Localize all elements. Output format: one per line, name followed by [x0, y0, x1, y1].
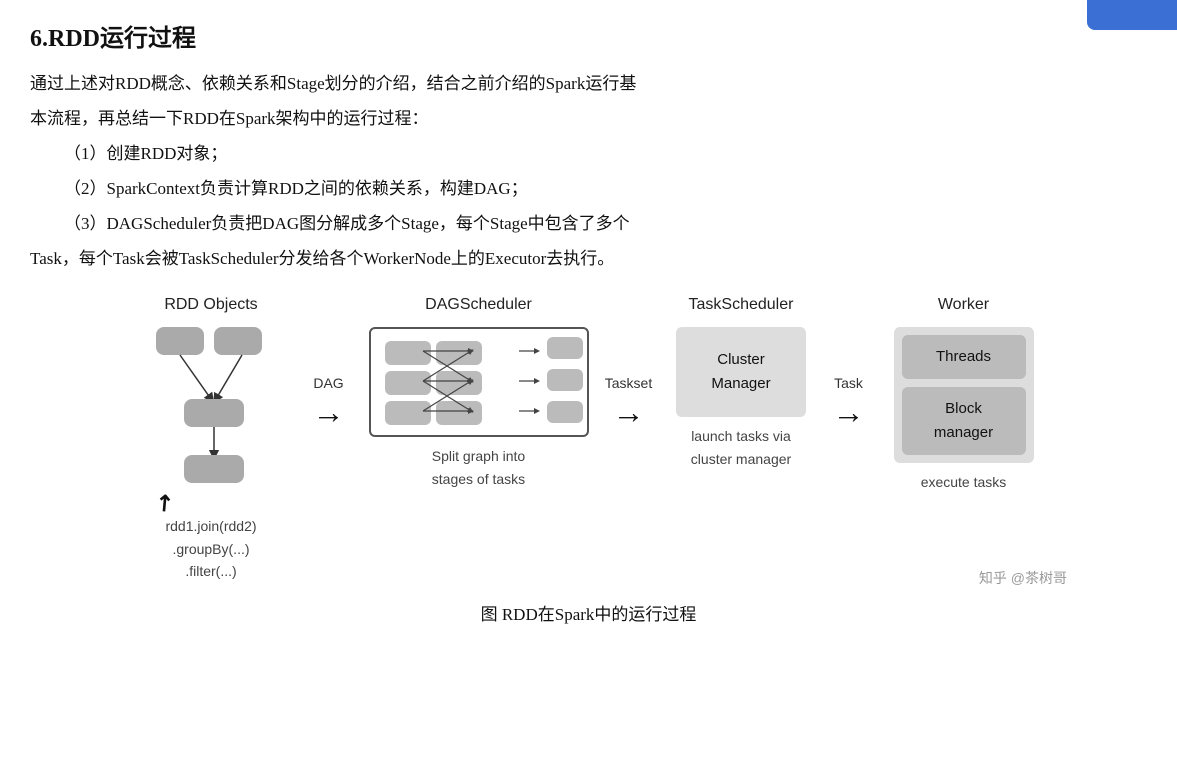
intro-line-4: （2）SparkContext负责计算RDD之间的依赖关系，构建DAG； — [64, 175, 1147, 204]
threads-box: Threads — [902, 335, 1026, 379]
cluster-manager-text: Cluster Manager — [711, 348, 770, 396]
page-title: 6.RDD运行过程 — [30, 20, 1147, 58]
intro-line-2: 本流程，再总结一下RDD在Spark架构中的运行过程： — [30, 105, 1147, 134]
dag-node — [436, 401, 482, 425]
dag-node — [385, 341, 431, 365]
intro-line-1: 通过上述对RDD概念、依赖关系和Stage划分的介绍，结合之前介绍的Spark运… — [30, 70, 1147, 99]
intro-line-3: （1）创建RDD对象； — [64, 140, 1147, 169]
col2-sub: Split graph into stages of tasks — [432, 445, 525, 490]
dag-node — [385, 371, 431, 395]
arrow3-icon: → — [833, 396, 865, 428]
dag-node — [385, 401, 431, 425]
intro-line-5: （3）DAGScheduler负责把DAG图分解成多个Stage，每个Stage… — [64, 210, 1147, 239]
col3-label: TaskScheduler — [689, 292, 794, 318]
intro-text: 通过上述对RDD概念、依赖关系和Stage划分的介绍，结合之前介绍的Spark运… — [30, 70, 1147, 273]
col4-label: Worker — [938, 292, 989, 318]
threads-label: Threads — [936, 348, 991, 365]
col4-sub: execute tasks — [921, 471, 1007, 493]
dag-scheduler-box — [369, 327, 589, 437]
blue-corner-decoration — [1087, 0, 1177, 30]
arrow3-label: Task — [834, 372, 863, 394]
arrow1-label: DAG — [313, 372, 343, 394]
col2-label: DAGScheduler — [425, 292, 532, 318]
arrow2-icon: → — [613, 396, 645, 428]
rdd-middle-node — [184, 399, 244, 427]
block-manager-label: Block manager — [934, 400, 993, 441]
dag-output-node — [547, 401, 583, 423]
arrow2-label: Taskset — [605, 372, 652, 394]
dag-output-node — [547, 369, 583, 391]
col1-label: RDD Objects — [164, 292, 257, 318]
intro-line-6: Task，每个Task会被TaskScheduler分发给各个WorkerNod… — [30, 245, 1147, 274]
zhihu-credit: 知乎 @茶树哥 — [979, 570, 1067, 586]
dag-output-node — [547, 337, 583, 359]
dag-node — [436, 341, 482, 365]
diagram-caption: 图 RDD在Spark中的运行过程 — [30, 601, 1147, 628]
worker-box: Threads Block manager — [894, 327, 1034, 463]
rdd-bottom-node — [184, 455, 244, 483]
dag-node — [436, 371, 482, 395]
col3-sub: launch tasks via cluster manager — [691, 425, 791, 470]
arrow1-icon: → — [313, 396, 345, 428]
cluster-manager-box: Cluster Manager — [676, 327, 806, 417]
block-manager-box: Block manager — [902, 387, 1026, 455]
